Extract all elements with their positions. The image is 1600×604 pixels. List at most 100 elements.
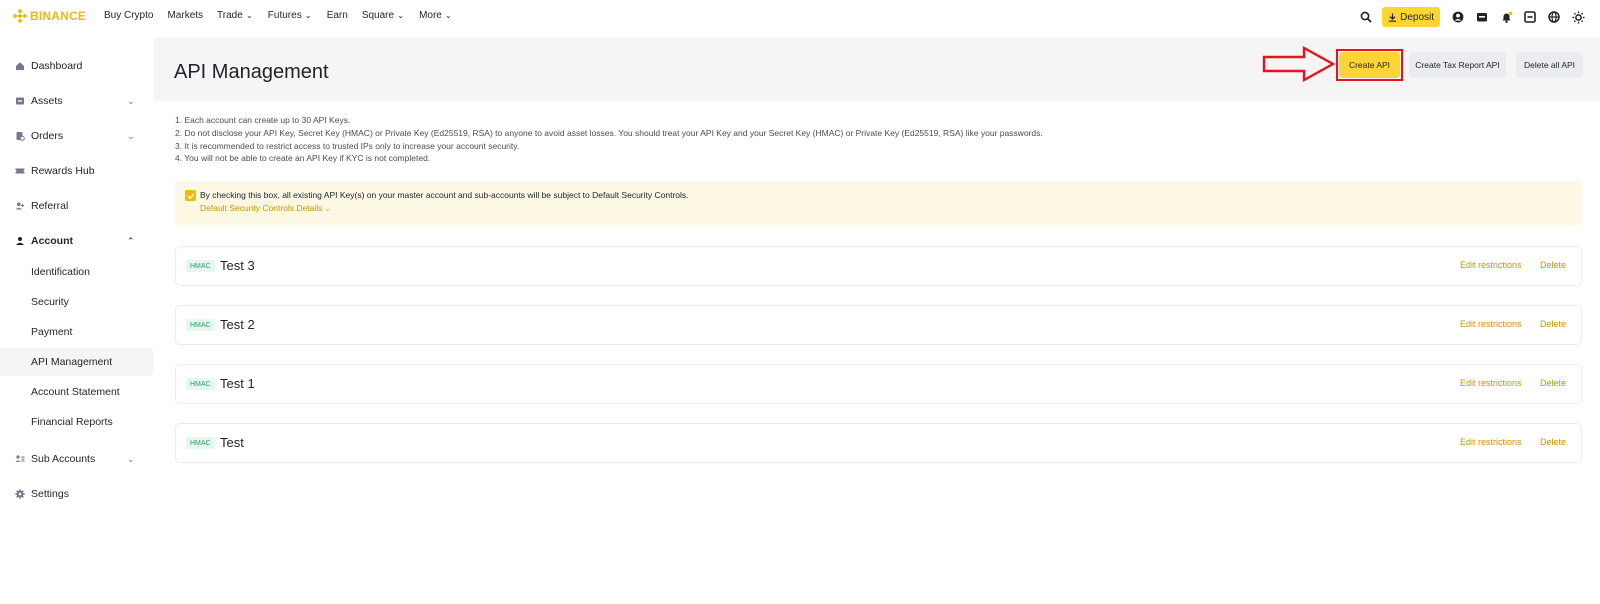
nav-label: Buy Crypto [104,10,154,21]
api-key-name: Test 3 [220,258,255,273]
binance-logo[interactable]: BINANCE [13,9,86,23]
sidebar-item-label: Sub Accounts [31,453,96,465]
sidebar-sub-payment[interactable]: Payment [0,318,154,346]
delete-link[interactable]: Delete [1540,378,1566,388]
user-plus-icon [15,201,25,211]
nav-trade[interactable]: Trade ⌄ [217,10,254,21]
wallet-icon[interactable] [1470,6,1494,28]
sidebar-sub-identification[interactable]: Identification [0,258,154,286]
sidebar-item-orders[interactable]: Orders ⌄ [0,123,154,149]
orders-icon [15,131,25,141]
sidebar-item-assets[interactable]: Assets ⌄ [0,88,154,114]
sidebar-item-rewards-hub[interactable]: Rewards Hub [0,158,154,184]
sidebar-sub-financial-reports[interactable]: Financial Reports [0,408,154,436]
sidebar-item-label: Account [31,235,73,247]
api-info-list: 1. Each account can create up to 30 API … [175,114,1043,165]
api-key-name: Test 2 [220,317,255,332]
notice-text: By checking this box, all existing API K… [200,190,689,200]
chevron-down-icon: ⌄ [245,11,253,20]
person-icon [15,236,25,246]
chevron-down-icon: ⌄ [127,453,135,464]
search-icon[interactable] [1354,6,1378,28]
key-type-badge: HMAC [186,319,215,331]
sidebar-sub-label: Payment [31,326,73,338]
nav-earn[interactable]: Earn [327,10,348,21]
top-navbar: BINANCE Buy Crypto Markets Trade ⌄ Future… [0,0,1600,34]
nav-label: Futures [267,10,302,21]
api-key-row: HMAC Test 3 Edit restrictions Delete [175,246,1582,286]
edit-restrictions-link[interactable]: Edit restrictions [1460,319,1522,329]
sidebar-sub-security[interactable]: Security [0,288,154,316]
page-title: API Management [174,61,329,83]
binance-logo-icon [13,9,27,23]
info-line: 4. You will not be able to create an API… [175,153,431,164]
sidebar-item-account[interactable]: Account ⌃ [0,228,154,254]
wallet-icon [15,96,25,106]
sidebar-item-dashboard[interactable]: Dashboard [0,53,154,79]
sidebar-item-referral[interactable]: Referral [0,193,154,219]
sub-accounts-icon [15,454,25,464]
delete-link[interactable]: Delete [1540,260,1566,270]
nav-square[interactable]: Square ⌄ [362,10,405,21]
info-line: 2. Do not disclose your API Key, Secret … [175,127,1043,138]
delete-all-api-button[interactable]: Delete all API [1516,52,1583,78]
theme-icon[interactable] [1566,6,1590,28]
create-tax-report-api-button[interactable]: Create Tax Report API [1409,52,1506,78]
delete-link[interactable]: Delete [1540,319,1566,329]
chevron-down-icon: ⌄ [127,130,135,141]
download-icon [1388,13,1397,22]
scan-icon[interactable] [1518,6,1542,28]
link-label: Default Security Controls Details [200,203,323,213]
nav-label: Earn [326,10,348,21]
nav-buy-crypto[interactable]: Buy Crypto [104,10,153,21]
chevron-down-icon: ⌄ [445,11,452,20]
sidebar-item-sub-accounts[interactable]: Sub Accounts ⌄ [0,446,154,472]
default-security-checkbox[interactable] [185,190,196,201]
sidebar-sub-account-statement[interactable]: Account Statement [0,378,154,406]
sidebar-sub-label: Security [31,296,69,308]
sidebar-sub-api-management[interactable]: API Management [0,348,154,376]
annotation-highlight-box [1336,49,1403,81]
nav-markets[interactable]: Markets [167,10,203,21]
bell-icon[interactable] [1494,6,1518,28]
chevron-down-icon: ⌄ [304,11,312,20]
default-security-details-link[interactable]: Default Security Controls Details ⌄ [200,203,331,213]
brand-name: BINANCE [30,9,87,23]
sidebar-item-label: Assets [31,95,63,107]
chevron-up-icon: ⌃ [127,235,135,246]
api-key-name: Test 1 [220,376,255,391]
key-type-badge: HMAC [186,378,215,390]
sidebar-sub-label: Account Statement [31,386,120,398]
main-nav: Buy Crypto Markets Trade ⌄ Futures ⌄ Earn … [104,10,467,21]
deposit-label: Deposit [1400,11,1434,23]
sidebar-item-label: Settings [31,488,69,500]
sidebar-sub-label: Identification [31,266,90,278]
sidebar-item-label: Rewards Hub [31,165,95,177]
globe-icon[interactable] [1542,6,1566,28]
chevron-down-icon: ⌄ [324,206,331,213]
nav-label: Markets [167,10,204,21]
annotation-arrow-icon [1262,46,1336,82]
nav-right-tools: Deposit [1354,6,1590,28]
nav-label: Trade [217,10,243,21]
edit-restrictions-link[interactable]: Edit restrictions [1460,260,1522,270]
edit-restrictions-link[interactable]: Edit restrictions [1460,378,1522,388]
api-key-row: HMAC Test 2 Edit restrictions Delete [175,305,1582,345]
sidebar-item-label: Orders [31,130,64,142]
nav-more[interactable]: More ⌄ [419,10,453,21]
nav-label: More [419,10,442,21]
edit-restrictions-link[interactable]: Edit restrictions [1460,437,1522,447]
api-key-name: Test [220,435,244,450]
api-key-row: HMAC Test 1 Edit restrictions Delete [175,364,1582,404]
info-line: 3. It is recommended to restrict access … [175,140,520,151]
key-type-badge: HMAC [186,437,215,449]
user-icon[interactable] [1446,6,1470,28]
sidebar-item-settings[interactable]: Settings [0,481,154,507]
gear-icon [15,489,25,499]
sidebar-item-label: Dashboard [31,60,83,72]
nav-label: Square [361,10,395,21]
key-type-badge: HMAC [186,260,215,272]
nav-futures[interactable]: Futures ⌄ [268,10,313,21]
delete-link[interactable]: Delete [1540,437,1566,447]
deposit-button[interactable]: Deposit [1382,7,1440,27]
